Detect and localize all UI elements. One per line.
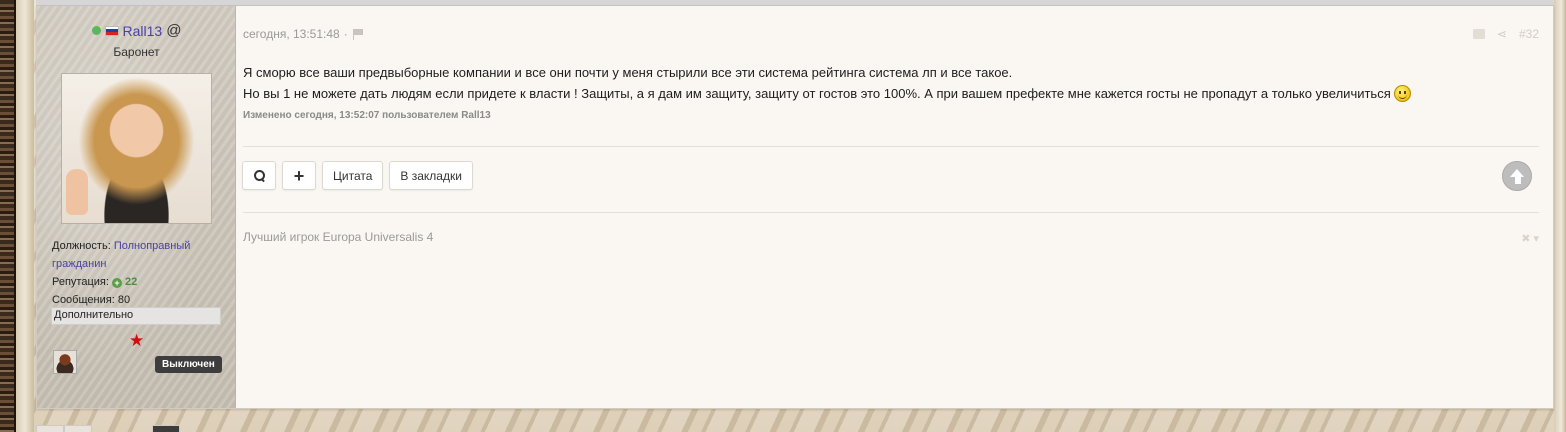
divider	[243, 212, 1539, 213]
user-avatar[interactable]	[61, 73, 212, 224]
messages-count: 80	[117, 294, 131, 306]
current-page-button[interactable]	[152, 425, 180, 432]
username-row: Rall13 @	[37, 22, 236, 39]
message-line-1: Я сморю все ваши предвыборные компании и…	[243, 65, 1013, 80]
search-button[interactable]	[242, 161, 276, 190]
bookmark-button[interactable]: В закладки	[389, 161, 473, 190]
mention-button[interactable]: @	[166, 22, 181, 39]
star-award-icon: ★	[129, 331, 145, 350]
mini-avatar[interactable]	[53, 350, 77, 374]
russia-flag-icon	[104, 25, 119, 36]
message-line-2: Но вы 1 не можете дать людям если придет…	[243, 86, 1391, 101]
user-signature: Лучший игрок Europa Universalis 4	[243, 230, 434, 244]
plus-icon: +	[293, 165, 305, 186]
decorative-right-strip	[1554, 0, 1566, 432]
close-signature-icon[interactable]: ✖ ▾	[1521, 232, 1539, 245]
scroll-top-button[interactable]	[1502, 161, 1532, 191]
edited-notice: Изменено сегодня, 13:52:07 пользователем…	[243, 110, 491, 121]
report-flag-icon[interactable]	[352, 28, 364, 40]
quote-button[interactable]: Цитата	[322, 161, 384, 190]
username-link[interactable]: Rall13	[123, 23, 163, 39]
reputation-plus-icon[interactable]: +	[111, 278, 122, 288]
page-button[interactable]	[36, 425, 64, 432]
forum-post: Rall13 @ Баронет Должность: Полноправный…	[36, 6, 1554, 409]
reputation-value: 22	[125, 276, 138, 288]
avatar-image-detail	[66, 169, 88, 215]
multiquote-button[interactable]: +	[282, 161, 316, 190]
post-meta: сегодня, 13:51:48 ·	[243, 27, 364, 41]
user-stats: Должность: Полноправный гражданин Репута…	[52, 237, 222, 309]
divider	[243, 146, 1539, 147]
post-number-link[interactable]: #32	[1519, 27, 1539, 41]
user-rank-title: Баронет	[113, 45, 160, 59]
position-label: Должность:	[52, 240, 111, 252]
pagination	[36, 425, 180, 432]
post-tools: ⋖ #32	[1472, 27, 1539, 41]
arrow-shaft	[1515, 176, 1521, 184]
post-message: Я сморю все ваши предвыборные компании и…	[243, 62, 1533, 104]
post-content: сегодня, 13:51:48 · ⋖ #32 Я сморю все ва…	[236, 6, 1553, 408]
post-actions: + Цитата В закладки	[242, 161, 473, 190]
reputation-label: Репутация:	[52, 276, 109, 288]
page-button[interactable]	[64, 425, 92, 432]
search-icon	[253, 170, 265, 181]
smiley-emoji-icon	[1394, 85, 1412, 102]
decorative-left-border	[0, 0, 16, 432]
meta-separator: ·	[343, 27, 348, 41]
messages-label: Сообщения:	[52, 294, 115, 306]
post-timestamp[interactable]: сегодня, 13:51:48	[243, 27, 340, 41]
user-info-panel: Rall13 @ Баронет Должность: Полноправный…	[37, 6, 236, 408]
online-status-icon	[91, 26, 101, 35]
decorative-left-strip	[16, 0, 34, 432]
more-info-toggle[interactable]: Дополнительно	[51, 307, 221, 325]
status-badge: Выключен	[155, 356, 222, 373]
share-icon[interactable]: ⋖	[1497, 27, 1507, 41]
select-post-icon[interactable]	[1472, 29, 1485, 39]
